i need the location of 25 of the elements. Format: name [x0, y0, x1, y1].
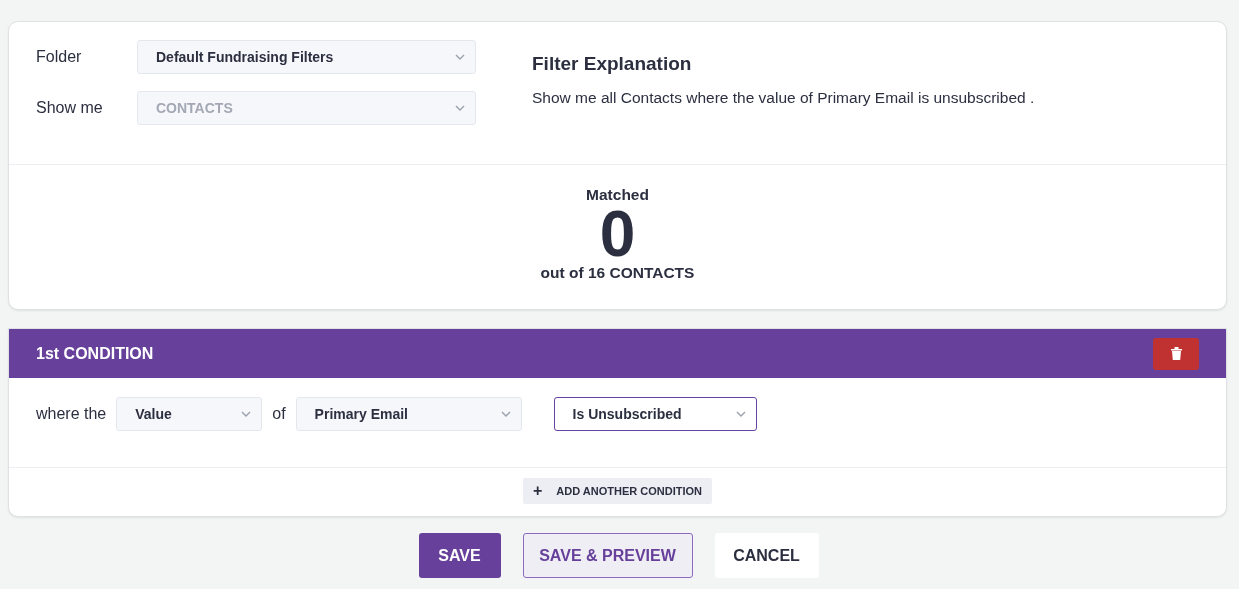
chevron-icon [735, 411, 746, 417]
condition-text: where the [36, 404, 107, 424]
select-field[interactable]: Is Unsubscribed [553, 397, 757, 431]
condition-text: of [272, 404, 286, 424]
select-field[interactable]: Default Fundraising Filters [137, 40, 476, 74]
action-button[interactable]: SAVE & PREVIEW [522, 533, 693, 578]
matched-count: 0 [599, 204, 636, 264]
select-field[interactable]: Primary Email [295, 397, 522, 431]
delete-button[interactable] [1153, 337, 1199, 370]
chevron-icon [500, 411, 511, 417]
explanation-text: Show me all Contacts where the value of Primary Email is unsubscribed . [532, 89, 1035, 107]
trash-icon [1170, 347, 1182, 360]
action-button[interactable]: SAVE [418, 533, 501, 578]
matched-total: out of 16 CONTACTS [540, 264, 695, 282]
field-label: Show me [36, 99, 104, 117]
select-field[interactable]: Value [116, 397, 263, 431]
field-label: Folder [36, 48, 83, 66]
chevron-icon [241, 411, 252, 417]
condition-title: 1st CONDITION [36, 344, 154, 363]
matched-label: Matched [586, 186, 649, 204]
explanation-title: Filter Explanation [532, 53, 693, 75]
add-condition-button[interactable]: + ADD ANOTHER CONDITION [523, 478, 712, 504]
chevron-icon [455, 105, 465, 111]
chevron-icon [455, 54, 465, 60]
action-button[interactable]: CANCEL [714, 533, 819, 578]
